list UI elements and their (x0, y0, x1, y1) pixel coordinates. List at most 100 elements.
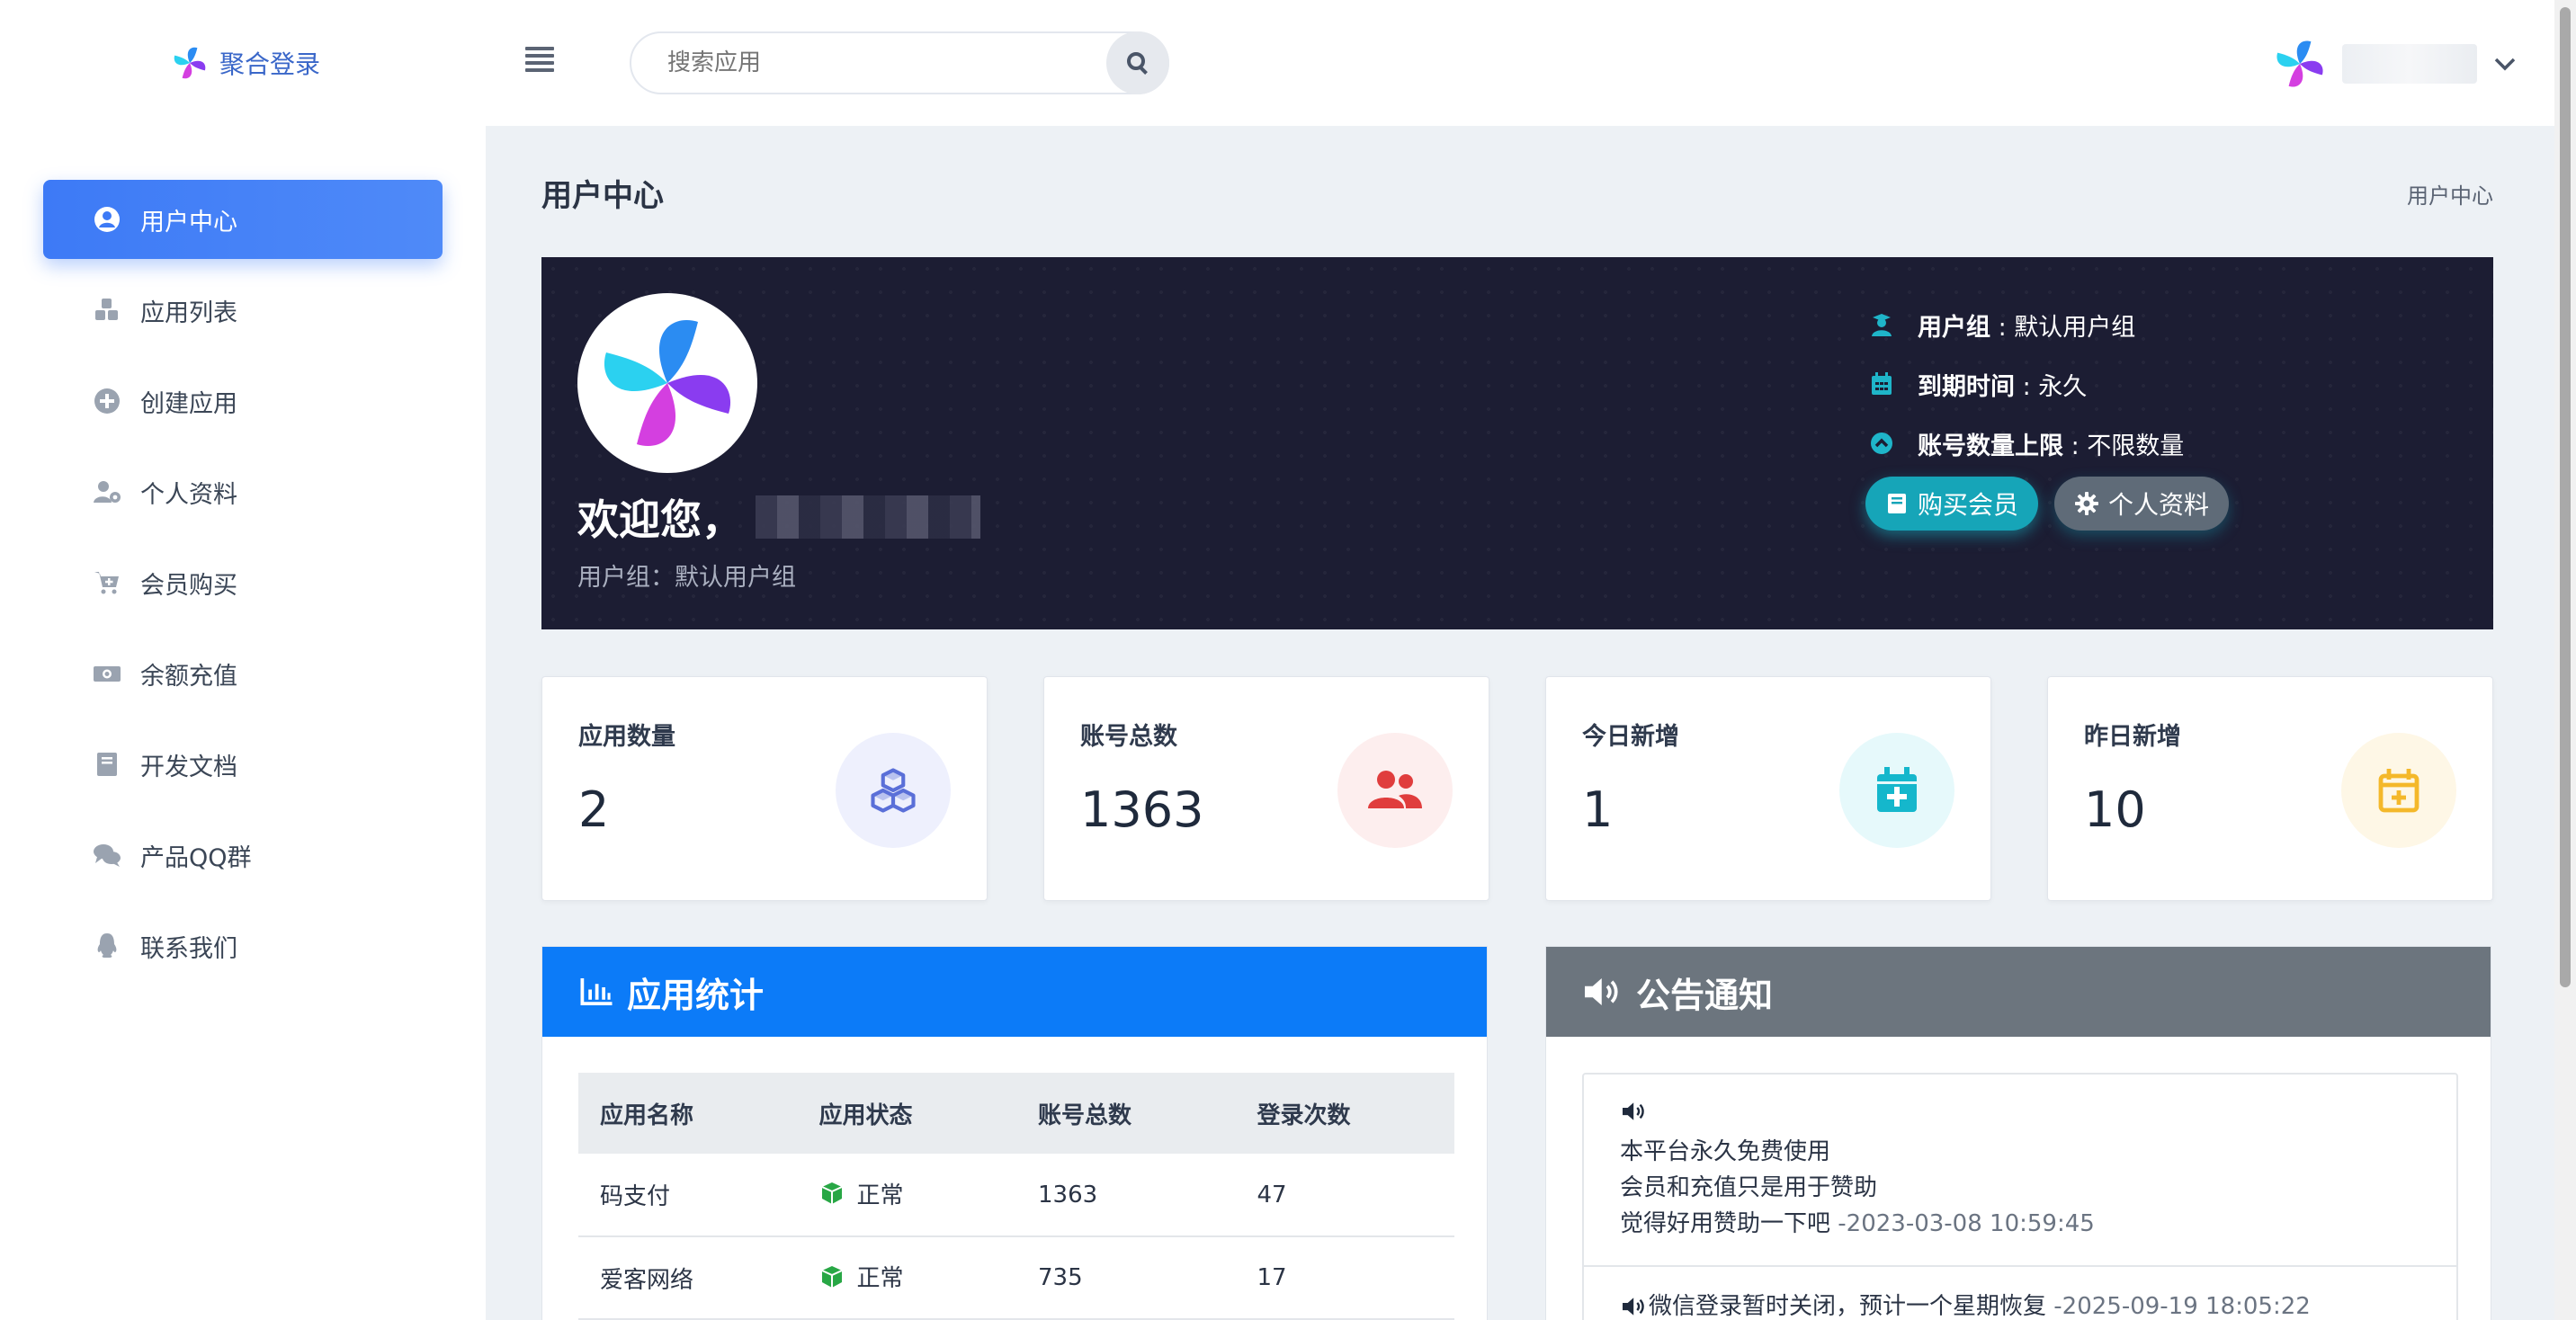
stat-label: 今日新增 (1582, 723, 1679, 751)
sidebar-item-label: 应用列表 (140, 299, 237, 327)
user-group-subtitle: 用户组：默认用户组 (577, 564, 796, 592)
stat-card-account-total: 账号总数 1363 (1043, 676, 1489, 901)
notice-line: 觉得好用赞助一下吧 (1620, 1210, 1831, 1237)
notice-date: -2025-09-19 18:05:22 (2046, 1293, 2311, 1320)
user-hero-banner: 欢迎您， 用户组：默认用户组 用户组 : 默认用户组 到期时间 : 永久 账号数… (541, 257, 2493, 629)
stat-card-today-new: 今日新增 1 (1545, 676, 1991, 901)
volume-small-icon (1623, 1298, 1644, 1316)
notice-item: 本平台永久免费使用 会员和充值只是用于赞助 觉得好用赞助一下吧 -2023-03… (1584, 1075, 2456, 1265)
sidebar-item-create-app[interactable]: 创建应用 (43, 361, 443, 441)
sidebar-item-profile[interactable]: 个人资料 (43, 452, 443, 531)
column-header[interactable]: 账号总数 (1016, 1073, 1236, 1154)
welcome-heading: 欢迎您， (577, 487, 980, 547)
stat-value: 10 (2084, 781, 2146, 838)
brand-name: 聚合登录 (219, 49, 321, 79)
info-value: : 默认用户组 (1990, 313, 2136, 342)
user-avatar-logo-icon (2276, 40, 2323, 87)
sidebar: 聚合登录 用户中心 应用列表 创建应用 个人资料 会员购买 余额充值 开发文档 … (0, 0, 486, 1320)
column-header[interactable]: 应用名称 (578, 1073, 798, 1154)
sidebar-item-label: 个人资料 (140, 480, 237, 509)
pinwheel-logo-icon (174, 47, 206, 79)
app-status-cell: 正常 (797, 1154, 1016, 1237)
calendar-plus-icon (1839, 733, 1954, 848)
cubes-icon (836, 733, 951, 848)
buy-membership-button[interactable]: 购买会员 (1865, 477, 2039, 531)
qq-icon (92, 931, 122, 961)
app-status-cell: 正常 (797, 1236, 1016, 1320)
chevron-down-icon[interactable] (2491, 50, 2518, 77)
money-icon (92, 658, 122, 689)
stat-value: 1363 (1080, 781, 1204, 838)
notice-line: 本平台永久免费使用 (1620, 1138, 1831, 1165)
table-row[interactable]: 码支付 正常 1363 47 (578, 1154, 1454, 1237)
notice-panel: 公告通知 本平台永久免费使用 会员和充值只是用于赞助 觉得好用赞助一下吧 -20… (1545, 946, 2491, 1320)
topbar (486, 0, 2554, 126)
notice-title: 公告通知 (1636, 975, 1774, 1015)
calendar-plus-icon (2341, 733, 2456, 848)
logins-cell: 17 (1235, 1236, 1454, 1320)
gear-icon (2075, 492, 2099, 515)
book-icon (92, 749, 122, 780)
info-row-expiry: 到期时间 : 永久 (1867, 354, 2184, 414)
column-header[interactable]: 登录次数 (1235, 1073, 1454, 1154)
sidebar-item-label: 创建应用 (140, 389, 237, 418)
stat-label: 昨日新增 (2084, 723, 2181, 751)
sidebar-item-user-center[interactable]: 用户中心 (43, 180, 443, 259)
status-text: 正常 (856, 1265, 904, 1293)
profile-button[interactable]: 个人资料 (2054, 477, 2230, 531)
app-stats-panel: 应用统计 应用名称 应用状态 账号总数 登录次数 码支付 正常 1363 47 … (541, 946, 1488, 1320)
app-stats-table: 应用名称 应用状态 账号总数 登录次数 码支付 正常 1363 47 爱客网络 (578, 1073, 1454, 1320)
search-input[interactable] (667, 33, 1081, 93)
notice-item: 微信登录暂时关闭，预计一个星期恢复 -2025-09-19 18:05:22 (1584, 1265, 2456, 1320)
user-circle-icon (92, 204, 122, 235)
sidebar-item-recharge[interactable]: 余额充值 (43, 634, 443, 713)
buy-membership-label: 购买会员 (1918, 490, 2019, 520)
username-redacted (756, 495, 980, 539)
profile-label: 个人资料 (2108, 490, 2210, 520)
hero-actions: 购买会员 个人资料 (1865, 477, 2230, 531)
avatar (577, 293, 757, 473)
table-header-row: 应用名称 应用状态 账号总数 登录次数 (578, 1073, 1454, 1154)
account-info-list: 用户组 : 默认用户组 到期时间 : 永久 账号数量上限 : 不限数量 (1867, 295, 2184, 473)
welcome-text: 欢迎您， (577, 495, 743, 544)
book-icon (1888, 494, 1906, 513)
notice-list: 本平台永久免费使用 会员和充值只是用于赞助 觉得好用赞助一下吧 -2023-03… (1582, 1073, 2458, 1320)
stat-label: 账号总数 (1080, 723, 1177, 751)
breadcrumb[interactable]: 用户中心 (2407, 178, 2493, 210)
page-scrollbar[interactable] (2554, 0, 2576, 1320)
calendar-icon (1867, 370, 1896, 398)
sidebar-item-label: 联系我们 (140, 934, 237, 963)
sidebar-item-qq-group[interactable]: 产品QQ群 (43, 816, 443, 895)
notice-line: 会员和充值只是用于赞助 (1620, 1174, 1878, 1201)
sidebar-item-docs[interactable]: 开发文档 (43, 725, 443, 804)
green-cube-icon (821, 1265, 842, 1288)
stat-value: 2 (578, 781, 610, 838)
sidebar-item-label: 产品QQ群 (140, 843, 252, 872)
sidebar-item-label: 余额充值 (140, 662, 237, 691)
table-row[interactable]: 爱客网络 正常 735 17 (578, 1236, 1454, 1320)
volume-small-icon (1623, 1102, 1644, 1120)
scrollbar-thumb[interactable] (2560, 7, 2571, 987)
chevron-up-circle-icon (1867, 429, 1896, 458)
info-row-user-group: 用户组 : 默认用户组 (1867, 295, 2184, 354)
volume-icon (1585, 978, 1618, 1005)
cart-icon (92, 567, 122, 598)
notice-date: -2023-03-08 10:59:45 (1830, 1210, 2095, 1237)
brand-logo[interactable]: 聚合登录 (171, 38, 320, 88)
page-title: 用户中心 (541, 178, 664, 214)
notice-line: 微信登录暂时关闭，预计一个星期恢复 (1649, 1293, 2047, 1320)
hamburger-menu-icon[interactable] (523, 43, 556, 76)
sidebar-item-contact[interactable]: 联系我们 (43, 906, 443, 986)
sidebar-item-app-list[interactable]: 应用列表 (43, 271, 443, 350)
comments-icon (92, 840, 122, 870)
stat-label: 应用数量 (578, 723, 675, 751)
sidebar-item-membership[interactable]: 会员购买 (43, 543, 443, 622)
search-button[interactable] (1106, 31, 1169, 94)
user-menu[interactable] (2272, 36, 2554, 92)
column-header[interactable]: 应用状态 (797, 1073, 1016, 1154)
green-cube-icon (821, 1182, 842, 1205)
stat-value: 1 (1582, 781, 1614, 838)
pinwheel-avatar-icon (604, 319, 731, 447)
logins-cell: 47 (1235, 1154, 1454, 1237)
status-text: 正常 (856, 1182, 904, 1209)
